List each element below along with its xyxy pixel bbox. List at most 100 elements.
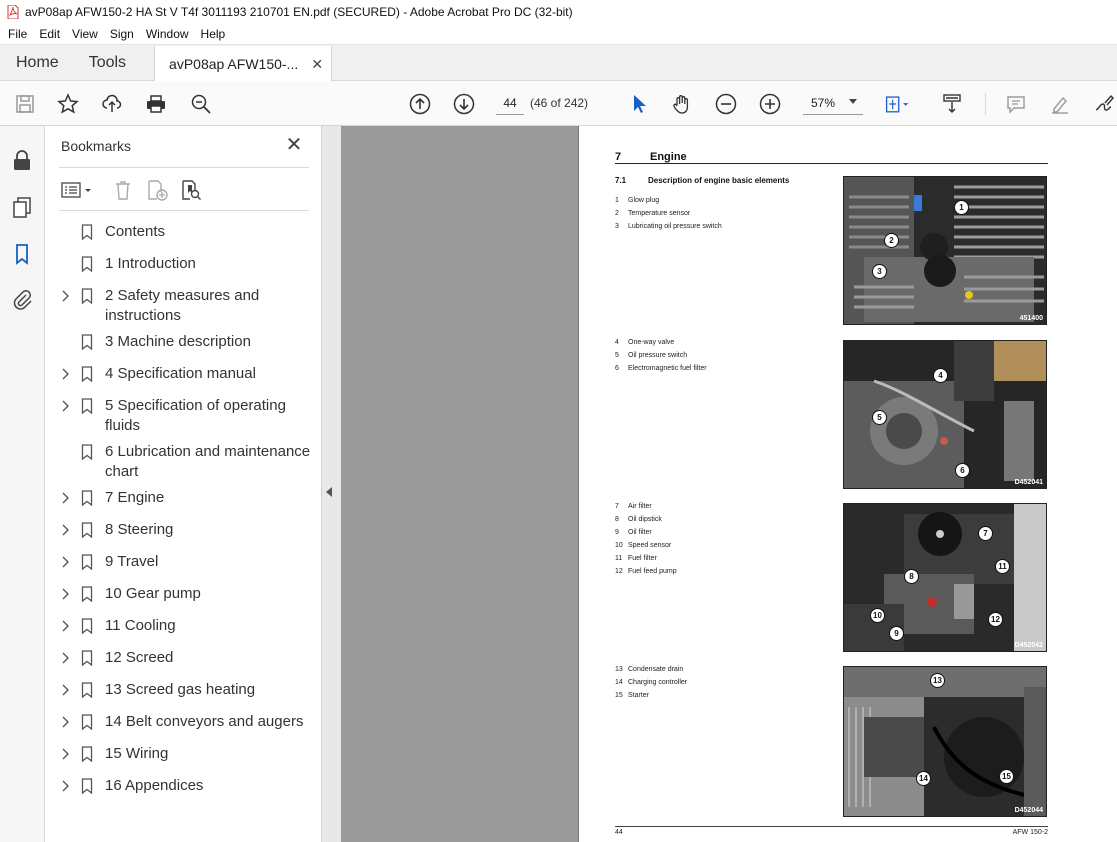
- page-footer-number: 44: [615, 829, 623, 836]
- tab-home[interactable]: Home: [0, 45, 73, 80]
- save-icon[interactable]: [12, 91, 38, 117]
- page-count: (46 of 242): [530, 96, 589, 110]
- comment-icon[interactable]: [1003, 91, 1029, 117]
- callout-marker: 4: [933, 368, 948, 383]
- print-icon[interactable]: [143, 91, 169, 117]
- tab-tools[interactable]: Tools: [73, 45, 140, 80]
- figure-legend: 4 One-way valve 5 Oil pressure switch 6 Ele…: [615, 339, 707, 372]
- next-page-icon[interactable]: [451, 91, 477, 117]
- menu-view[interactable]: View: [66, 27, 104, 41]
- chevron-right-icon[interactable]: [57, 776, 73, 796]
- find-bookmark-icon[interactable]: [179, 178, 203, 202]
- chevron-right-icon[interactable]: [57, 744, 73, 764]
- menu-sign[interactable]: Sign: [104, 27, 140, 41]
- section-title: Description of engine basic elements: [648, 176, 790, 185]
- callout-marker: 2: [884, 233, 899, 248]
- bookmark-flag-icon: [81, 442, 93, 462]
- bookmark-flag-icon: [81, 222, 93, 242]
- new-bookmark-icon[interactable]: [145, 178, 169, 202]
- bookmark-contents[interactable]: Contents: [45, 222, 322, 242]
- lock-icon[interactable]: [10, 148, 34, 172]
- bookmark-label: 9 Travel: [105, 553, 159, 570]
- attachments-paperclip-icon[interactable]: [10, 288, 34, 312]
- collapse-panel-icon[interactable]: [326, 487, 332, 497]
- chevron-right-icon[interactable]: [57, 648, 73, 668]
- chapter-title: Engine: [650, 151, 687, 163]
- callout-marker: 15: [999, 769, 1014, 784]
- engine-photo: 7 8 9 10 11 12 D452042: [843, 503, 1047, 652]
- chevron-right-icon[interactable]: [57, 680, 73, 700]
- menu-edit[interactable]: Edit: [33, 27, 66, 41]
- callout-marker: 1: [954, 200, 969, 215]
- pages-thumbnails-icon[interactable]: [10, 195, 34, 219]
- menu-window[interactable]: Window: [140, 27, 195, 41]
- bookmark-travel[interactable]: 9 Travel: [45, 552, 322, 572]
- bookmark-operating-fluids[interactable]: 5 Specification of operating fluids: [45, 396, 322, 436]
- close-tab-icon[interactable]: ✕: [311, 56, 323, 73]
- toolbar: 44 (46 of 242) 57%: [0, 81, 1117, 126]
- bookmark-engine[interactable]: 7 Engine: [45, 488, 322, 508]
- chevron-right-icon[interactable]: [57, 488, 73, 508]
- bookmark-specification-manual[interactable]: 4 Specification manual: [45, 364, 322, 384]
- chevron-right-icon[interactable]: [57, 552, 73, 572]
- menu-file[interactable]: File: [2, 27, 33, 41]
- chevron-down-icon: [849, 99, 857, 104]
- bookmark-gear-pump[interactable]: 10 Gear pump: [45, 584, 322, 604]
- footer-rule: [615, 826, 1048, 827]
- fit-page-icon[interactable]: [884, 91, 910, 117]
- menu-help[interactable]: Help: [195, 27, 232, 41]
- search-zoom-icon[interactable]: [188, 91, 214, 117]
- previous-page-icon[interactable]: [407, 91, 433, 117]
- scrolling-mode-icon[interactable]: [939, 91, 965, 117]
- bookmark-options-icon[interactable]: [61, 178, 95, 202]
- chevron-right-icon[interactable]: [57, 616, 73, 636]
- chevron-right-icon[interactable]: [57, 584, 73, 604]
- engine-photo: 4 5 6 D452041: [843, 340, 1047, 489]
- bookmark-appendices[interactable]: 16 Appendices: [45, 776, 322, 796]
- bookmark-wiring[interactable]: 15 Wiring: [45, 744, 322, 764]
- bookmark-label: 2 Safety measures and instructions: [105, 287, 260, 324]
- window-title: avP08ap AFW150-2 HA St V T4f 3011193 210…: [25, 5, 573, 19]
- bookmark-flag-icon: [81, 712, 93, 732]
- share-upload-icon[interactable]: [99, 91, 125, 117]
- zoom-in-icon[interactable]: [757, 91, 783, 117]
- highlight-pen-icon[interactable]: [1047, 91, 1073, 117]
- page-footer-model: AFW 150-2: [1012, 829, 1048, 836]
- chevron-right-icon[interactable]: [57, 396, 73, 416]
- tab-document[interactable]: avP08ap AFW150-... ✕: [154, 46, 333, 81]
- star-icon[interactable]: [55, 91, 81, 117]
- bookmark-safety-measures[interactable]: 2 Safety measures and instructions: [45, 286, 322, 326]
- bookmark-steering[interactable]: 8 Steering: [45, 520, 322, 540]
- bookmark-screed-gas-heating[interactable]: 13 Screed gas heating: [45, 680, 322, 700]
- sign-draw-icon[interactable]: [1091, 91, 1117, 117]
- bookmark-label: Contents: [105, 223, 166, 240]
- select-cursor-icon[interactable]: [626, 91, 652, 117]
- bookmark-cooling[interactable]: 11 Cooling: [45, 616, 322, 636]
- close-icon[interactable]: ✕: [285, 134, 303, 156]
- zoom-level-select[interactable]: 57%: [803, 91, 863, 115]
- bookmark-lubrication-chart[interactable]: 6 Lubrication and maintenance chart: [45, 442, 322, 482]
- callout-marker: 9: [889, 626, 904, 641]
- bookmark-panel-icon[interactable]: [10, 242, 34, 266]
- delete-bookmark-icon[interactable]: [111, 178, 135, 202]
- acrobat-logo-icon: [7, 5, 19, 19]
- bookmark-machine-description[interactable]: 3 Machine description: [45, 332, 322, 352]
- zoom-out-icon[interactable]: [713, 91, 739, 117]
- chevron-right-icon[interactable]: [57, 286, 73, 306]
- bookmark-flag-icon: [81, 744, 93, 764]
- chevron-right-icon[interactable]: [57, 520, 73, 540]
- bookmark-belt-conveyors[interactable]: 14 Belt conveyors and augers: [45, 712, 322, 732]
- bookmark-introduction[interactable]: 1 Introduction: [45, 254, 322, 274]
- divider: [59, 167, 309, 168]
- bookmark-screed[interactable]: 12 Screed: [45, 648, 322, 668]
- tab-document-label: avP08ap AFW150-...: [169, 55, 299, 72]
- chevron-right-icon[interactable]: [57, 712, 73, 732]
- hand-tool-icon[interactable]: [669, 91, 695, 117]
- document-viewer[interactable]: 7 Engine 7.1 Description of engine basic…: [322, 126, 1117, 842]
- page-number-input[interactable]: 44: [496, 91, 524, 115]
- bookmarks-panel: Bookmarks ✕ Contents 1 Introduction 2 Sa…: [45, 126, 322, 842]
- bookmark-flag-icon: [81, 254, 93, 274]
- chevron-right-icon[interactable]: [57, 364, 73, 384]
- bookmark-label: 8 Steering: [105, 521, 174, 538]
- figure-code: D452044: [1014, 807, 1043, 814]
